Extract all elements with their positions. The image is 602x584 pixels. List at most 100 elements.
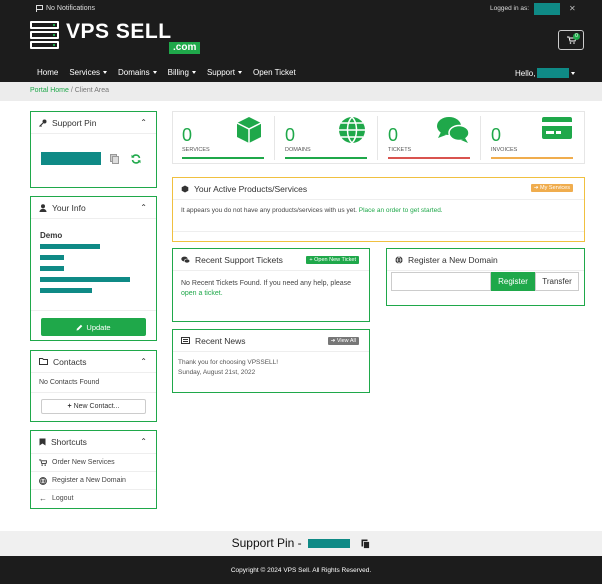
tile-value: 0 [388, 125, 399, 145]
tile-label: SERVICES [182, 147, 210, 153]
my-services-label: My Services [540, 185, 570, 191]
box-icon [236, 117, 262, 143]
tile-value: 0 [285, 125, 296, 145]
chevron-up-icon[interactable]: ⌃ [140, 118, 147, 127]
divider [173, 231, 584, 232]
nav-home-label: Home [37, 67, 59, 77]
chevron-up-icon[interactable]: ⌃ [140, 437, 147, 446]
tile-tickets[interactable]: 0 TICKETS [379, 112, 478, 163]
view-all-button[interactable]: ➔ View All [327, 337, 359, 345]
domain-search-input[interactable] [391, 272, 491, 291]
logged-in-label: Logged in as: [490, 5, 530, 12]
support-pin-header[interactable]: Support Pin ⌃ [31, 112, 156, 134]
refresh-icon[interactable] [131, 154, 141, 164]
tile-bar [285, 157, 367, 159]
contacts-header[interactable]: Contacts ⌃ [31, 351, 156, 373]
globe-icon [395, 255, 403, 264]
shortcuts-title: Shortcuts [51, 437, 87, 447]
tile-domains[interactable]: 0 DOMAINS [276, 112, 375, 163]
info-name: Demo [40, 231, 63, 240]
shortcut-label: Logout [52, 495, 74, 502]
nav-billing-label: Billing [167, 67, 189, 77]
divider [31, 310, 156, 311]
account-menu[interactable]: Hello, [515, 68, 576, 78]
support-pin-title: Support Pin [52, 117, 97, 128]
tile-services[interactable]: 0 SERVICES [173, 112, 272, 163]
transfer-button[interactable]: Transfer [535, 272, 579, 291]
bookmark-icon [39, 438, 46, 446]
chevron-up-icon[interactable]: ⌃ [140, 357, 147, 366]
chevron-up-icon[interactable]: ⌃ [140, 203, 147, 212]
update-button[interactable]: Update [41, 318, 146, 336]
my-services-button[interactable]: ➔ My Services [530, 184, 573, 192]
shortcut-register-domain[interactable]: Register a New Domain [31, 471, 156, 489]
redacted-account-name [537, 68, 570, 78]
nav-home[interactable]: Home [37, 68, 58, 77]
support-pin-bar: Support Pin - [0, 531, 602, 556]
support-pin-panel: Support Pin ⌃ [30, 111, 157, 188]
nav-billing[interactable]: Billing [168, 68, 196, 77]
tickets-message: No Recent Tickets Found. If you need any… [181, 279, 366, 299]
register-label: Register [498, 277, 528, 286]
products-panel: Your Active Products/Services ➔ My Servi… [172, 177, 585, 242]
notifications-link[interactable]: No Notifications [36, 5, 95, 12]
nav-services-label: Services [69, 67, 101, 77]
view-all-label: View All [336, 338, 356, 344]
place-order-link[interactable]: Place an order to get started. [359, 207, 443, 214]
nav-services[interactable]: Services [69, 67, 108, 77]
shortcuts-header[interactable]: Shortcuts ⌃ [31, 431, 156, 453]
breadcrumb-home[interactable]: Portal Home [30, 87, 69, 94]
breadcrumb-current: Client Area [74, 87, 110, 94]
products-header: Your Active Products/Services ➔ My Servi… [173, 178, 584, 200]
nav-support[interactable]: Support [207, 68, 242, 77]
redacted-info-line [40, 266, 64, 271]
flag-icon [36, 5, 43, 12]
news-panel: Recent News ➔ View All Thank you for cho… [172, 329, 370, 393]
shortcut-logout[interactable]: ← Logout [31, 489, 156, 507]
info-details: Demo [40, 231, 150, 299]
products-title: Your Active Products/Services [194, 183, 308, 194]
caret-down-icon [237, 70, 242, 74]
tile-label: TICKETS [388, 147, 412, 153]
logo-name: VPS SELL [66, 20, 172, 43]
site-logo[interactable]: VPS SELL .com [30, 20, 201, 54]
arrow-left-icon: ← [39, 494, 47, 503]
redacted-username [534, 3, 560, 15]
logout-x-icon[interactable]: ✕ [569, 4, 576, 13]
open-new-ticket-button[interactable]: + Open New Ticket [306, 256, 359, 264]
newspaper-icon [181, 337, 190, 344]
your-info-header[interactable]: Your Info ⌃ [31, 197, 156, 219]
shortcuts-panel: Shortcuts ⌃ Order New Services Register … [30, 430, 157, 509]
products-message: It appears you do not have any products/… [181, 207, 443, 214]
tile-invoices[interactable]: 0 INVOICES [482, 112, 581, 163]
footer-pin-label: Support Pin - [231, 536, 302, 550]
globe-icon [339, 116, 365, 144]
nav-open-ticket[interactable]: Open Ticket [253, 68, 296, 77]
tile-label: INVOICES [491, 147, 518, 153]
logged-in-as: Logged in as: [490, 3, 560, 15]
news-item[interactable]: Thank you for choosing VPSSELL! Sunday, … [178, 358, 278, 378]
cart-button[interactable]: 0 [558, 30, 584, 50]
pencil-icon [76, 324, 83, 330]
nav-domains[interactable]: Domains [118, 68, 157, 77]
new-contact-button[interactable]: + New Contact... [41, 399, 146, 414]
shortcut-order-new-services[interactable]: Order New Services [31, 453, 156, 471]
divider [31, 392, 156, 393]
news-item-title: Thank you for choosing VPSSELL! [178, 359, 279, 366]
redacted-info-line [40, 244, 100, 249]
caret-down-icon [191, 70, 196, 74]
server-logo-icon [30, 21, 59, 51]
tile-divider [480, 116, 481, 160]
open-ticket-link[interactable]: open a ticket. [181, 290, 223, 297]
nav-open-ticket-label: Open Ticket [252, 67, 296, 77]
tile-bar [182, 157, 264, 159]
nav-support-label: Support [206, 67, 235, 77]
register-button[interactable]: Register [491, 272, 535, 291]
copy-icon[interactable] [110, 154, 119, 164]
tile-value: 0 [182, 125, 193, 145]
update-label: Update [86, 322, 111, 332]
copy-icon[interactable] [361, 539, 371, 549]
redacted-footer-pin [308, 539, 351, 549]
contacts-title: Contacts [53, 356, 87, 367]
tile-divider [274, 116, 275, 160]
